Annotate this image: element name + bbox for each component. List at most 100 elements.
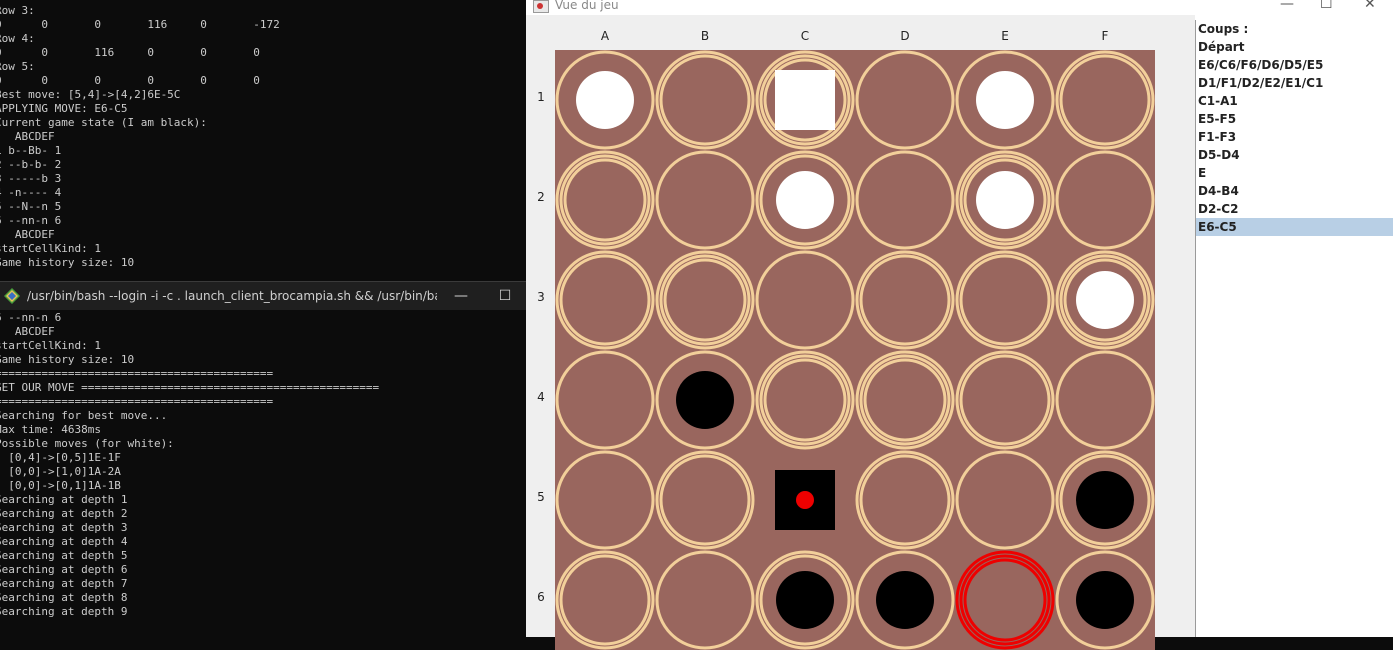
board-cell-a6[interactable] [555,550,655,650]
terminal-line: Searching for best move... [0,409,168,422]
column-label-b: B [700,29,710,43]
terminal-line: Max time: 4638ms [0,423,101,436]
board-cell-f3[interactable] [1055,250,1155,350]
game-titlebar[interactable]: Vue du jeu — ☐ ✕ [526,0,1393,15]
row-label-4: 4 [537,390,545,404]
terminal-line: 4 -n---- 4 [0,186,62,199]
close-icon[interactable]: ✕ [1364,0,1376,12]
move-item[interactable]: E [1196,164,1393,182]
terminal-line: Searching at depth 9 [0,605,128,618]
move-item[interactable]: C1-A1 [1196,92,1393,110]
board-cell-f2[interactable] [1055,150,1155,250]
maximize-icon[interactable]: ☐ [1320,0,1333,12]
column-label-f: F [1101,29,1109,43]
board-cell-a1[interactable] [555,50,655,150]
move-item[interactable]: D5-D4 [1196,146,1393,164]
terminal-line: ========================================… [0,367,274,380]
row-label-3: 3 [537,290,545,304]
terminal-titlebar[interactable]: /usr/bin/bash --login -i -c . launch_cli… [0,282,574,310]
terminal-line: Row 4: [0,32,35,45]
board-cell-f5[interactable] [1055,450,1155,550]
move-item[interactable]: Départ [1196,38,1393,56]
board-cell-d1[interactable] [855,50,955,150]
board-cell-c2[interactable] [755,150,855,250]
board-cell-d4[interactable] [855,350,955,450]
board-cell-b6[interactable] [655,550,755,650]
minimize-icon[interactable]: — [450,285,472,307]
game-board[interactable] [555,50,1155,650]
terminal-line: 0 0 0 0 0 0 [0,74,260,87]
terminal-line: Searching at depth 7 [0,577,128,590]
black-piece [776,571,834,629]
terminal-line: 6 --nn-n 6 [0,311,62,324]
moves-list[interactable]: Coups : Départ E6/C6/F6/D6/D5/E5 D1/F1/D2/… [1195,20,1393,637]
board-cell-d6[interactable] [855,550,955,650]
board-cell-c6[interactable] [755,550,855,650]
board-cell-c3[interactable] [755,250,855,350]
board-cell-e5[interactable] [955,450,1055,550]
column-label-e: E [1001,29,1009,43]
board-cell-b5[interactable] [655,450,755,550]
terminal-line: Game history size: 10 [0,256,135,269]
board-cell-c5[interactable] [755,450,855,550]
board-cell-f4[interactable] [1055,350,1155,450]
java-app-icon [533,0,549,13]
move-item[interactable]: E6-C5 [1196,218,1393,236]
terminal-line: Searching at depth 8 [0,591,128,604]
board-cell-b4[interactable] [655,350,755,450]
game-window-title: Vue du jeu [555,0,619,12]
terminal-line: 0 0 0 116 0 -172 [0,18,280,31]
terminal-line: Row 5: [0,60,35,73]
move-item[interactable]: F1-F3 [1196,128,1393,146]
white-king-piece [775,70,835,130]
terminal-line: - [0,4]->[0,5]1E-1F [0,451,121,464]
terminal-line: startCellKind: 1 [0,242,101,255]
terminal-line: 2 --b-b- 2 [0,158,62,171]
minimize-icon[interactable]: — [1280,0,1294,12]
board-cell-b1[interactable] [655,50,755,150]
terminal-line: - [0,0]->[0,1]1A-1B [0,479,121,492]
terminal-output: 0 0 0 0 -217 0Row 3:0 0 0 116 0 -172Row … [0,0,280,270]
board-cell-f6[interactable] [1055,550,1155,650]
board-cell-b2[interactable] [655,150,755,250]
foreground-terminal-window[interactable]: /usr/bin/bash --login -i -c . launch_cli… [0,281,574,638]
black-piece [676,371,734,429]
board-cell-e1[interactable] [955,50,1055,150]
board-cell-e4[interactable] [955,350,1055,450]
column-label-a: A [600,29,610,43]
moves-list-header: Coups : [1198,22,1249,36]
board-cell-f1[interactable] [1055,50,1155,150]
move-item[interactable]: D4-B4 [1196,182,1393,200]
game-window[interactable]: Vue du jeu — ☐ ✕ A B C D E F 1 2 3 4 5 6 Coups : D… [526,0,1393,650]
board-cell-d5[interactable] [855,450,955,550]
terminal-line: 0 0 116 0 0 0 [0,46,260,59]
white-piece [1076,271,1134,329]
board-panel: A B C D E F 1 2 3 4 5 6 [526,15,1195,650]
board-cell-c4[interactable] [755,350,855,450]
background-terminal[interactable]: 0 0 0 0 -217 0Row 3:0 0 0 116 0 -172Row … [0,0,526,281]
terminal-line: Searching at depth 1 [0,493,128,506]
terminal-line: ABCDEF [0,325,55,338]
move-item[interactable]: D1/F1/D2/E2/E1/C1 [1196,74,1393,92]
terminal-title: /usr/bin/bash --login -i -c . launch_cli… [27,289,437,303]
board-cell-a5[interactable] [555,450,655,550]
board-cell-b3[interactable] [655,250,755,350]
board-cell-e6[interactable] [955,550,1055,650]
board-cell-e3[interactable] [955,250,1055,350]
board-cell-a4[interactable] [555,350,655,450]
move-item[interactable]: E5-F5 [1196,110,1393,128]
terminal-line: 6 --nn-n 6 [0,214,62,227]
move-item[interactable]: E6/C6/F6/D6/D5/E5 [1196,56,1393,74]
board-cell-d2[interactable] [855,150,955,250]
terminal-line: ========================================… [0,395,274,408]
row-label-2: 2 [537,190,545,204]
move-item[interactable]: D2-C2 [1196,200,1393,218]
board-cell-e2[interactable] [955,150,1055,250]
board-cell-c1[interactable] [755,50,855,150]
maximize-icon[interactable]: ☐ [494,285,516,307]
board-cell-d3[interactable] [855,250,955,350]
board-cell-a3[interactable] [555,250,655,350]
terminal-line: Best move: [5,4]->[4,2]6E-5C [0,88,181,101]
row-label-6: 6 [537,590,545,604]
board-cell-a2[interactable] [555,150,655,250]
